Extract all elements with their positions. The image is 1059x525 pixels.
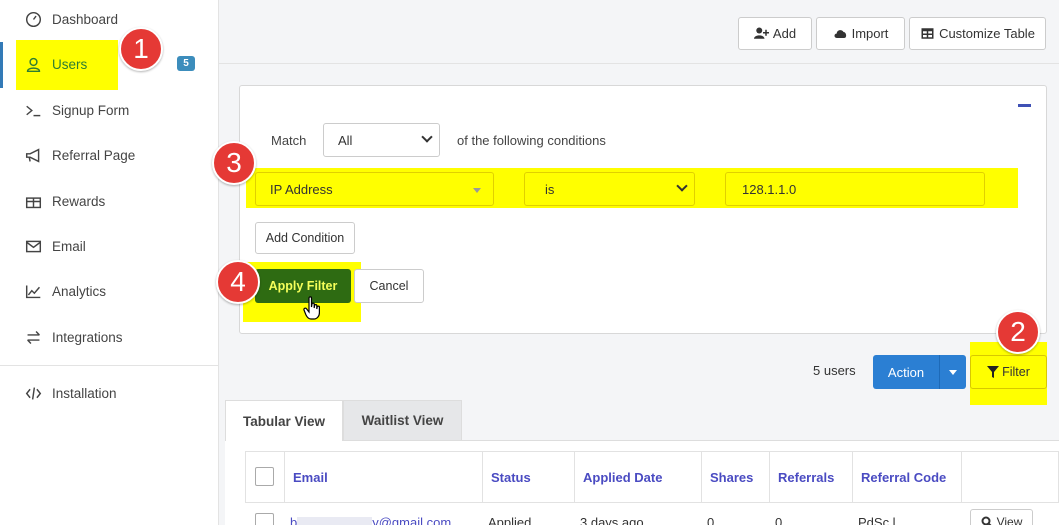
row-referrals: 0 bbox=[775, 515, 783, 525]
callout-4: 4 bbox=[216, 260, 260, 304]
row-status: Applied bbox=[488, 515, 532, 525]
sidebar-item-label: Installation bbox=[52, 385, 117, 401]
row-email[interactable]: b y@gmail.com bbox=[290, 515, 451, 525]
action-button[interactable]: Action bbox=[873, 355, 966, 389]
user-plus-icon bbox=[753, 27, 769, 39]
sidebar-item-dashboard[interactable]: Dashboard bbox=[0, 0, 218, 41]
sidebar-item-label: Users bbox=[52, 56, 88, 72]
sidebar-item-integrations[interactable]: Integrations bbox=[0, 315, 218, 359]
operator-select[interactable]: is bbox=[524, 172, 695, 206]
view-button[interactable]: View bbox=[970, 509, 1033, 525]
code-icon bbox=[24, 384, 42, 402]
caret-down-icon bbox=[473, 188, 481, 193]
sidebar-item-label: Rewards bbox=[52, 193, 106, 209]
terminal-icon bbox=[24, 101, 42, 119]
row-applied-date: 3 days ago bbox=[580, 515, 644, 525]
row-referral-code: PdSc.l bbox=[858, 515, 896, 525]
gift-icon bbox=[24, 192, 42, 210]
exchange-icon bbox=[24, 328, 42, 346]
add-condition-button[interactable]: Add Condition bbox=[255, 222, 355, 254]
import-button[interactable]: Import bbox=[816, 17, 905, 50]
hand-cursor-icon bbox=[303, 296, 320, 320]
sidebar-item-label: Referral Page bbox=[52, 147, 136, 163]
sidebar-item-label: Email bbox=[52, 238, 86, 254]
megaphone-icon bbox=[24, 146, 42, 164]
match-select[interactable]: All bbox=[323, 123, 440, 157]
table-icon bbox=[921, 28, 934, 39]
customize-table-button[interactable]: Customize Table bbox=[909, 17, 1046, 50]
column-referrals[interactable]: Referrals bbox=[770, 451, 853, 503]
add-button[interactable]: Add bbox=[738, 17, 812, 50]
collapse-minus-icon[interactable] bbox=[1018, 104, 1031, 107]
row-checkbox[interactable] bbox=[255, 513, 274, 525]
filter-button[interactable]: Filter bbox=[970, 355, 1047, 389]
sidebar-item-email[interactable]: Email bbox=[0, 224, 218, 268]
redacted-text bbox=[297, 517, 373, 525]
caret-down-icon bbox=[949, 369, 957, 375]
sidebar-item-label: Signup Form bbox=[52, 102, 130, 118]
sidebar-item-label: Analytics bbox=[52, 283, 107, 299]
cancel-button[interactable]: Cancel bbox=[354, 269, 424, 303]
tab-waitlist-view[interactable]: Waitlist View bbox=[343, 400, 462, 441]
sidebar-item-referral-page[interactable]: Referral Page bbox=[0, 133, 218, 177]
chart-line-icon bbox=[24, 282, 42, 300]
action-dropdown-toggle[interactable] bbox=[939, 355, 966, 389]
mail-icon bbox=[24, 237, 42, 255]
user-icon bbox=[24, 55, 42, 73]
column-email[interactable]: Email bbox=[285, 451, 483, 503]
dashboard-icon bbox=[24, 10, 42, 28]
chevron-down-icon bbox=[676, 180, 688, 192]
users-count-badge: 5 bbox=[177, 56, 195, 71]
column-shares[interactable]: Shares bbox=[702, 451, 770, 503]
callout-3: 3 bbox=[212, 141, 256, 185]
cloud-upload-icon bbox=[834, 30, 846, 38]
condition-value-input[interactable]: 128.1.1.0 bbox=[725, 172, 985, 206]
select-all-checkbox[interactable] bbox=[255, 467, 274, 486]
column-applied-date[interactable]: Applied Date bbox=[575, 451, 702, 503]
sidebar-item-signup-form[interactable]: Signup Form bbox=[0, 88, 218, 132]
sidebar-item-analytics[interactable]: Analytics bbox=[0, 269, 218, 313]
conditions-text: of the following conditions bbox=[457, 133, 606, 148]
user-count: 5 users bbox=[813, 363, 856, 378]
sidebar-divider bbox=[0, 365, 218, 366]
tab-tabular-view[interactable]: Tabular View bbox=[225, 400, 343, 441]
field-select[interactable]: IP Address bbox=[255, 172, 494, 206]
column-status[interactable]: Status bbox=[483, 451, 575, 503]
sidebar-item-installation[interactable]: Installation bbox=[0, 371, 218, 415]
row-shares: 0 bbox=[707, 515, 715, 525]
search-icon bbox=[981, 516, 992, 525]
match-label: Match bbox=[271, 133, 307, 148]
callout-2: 2 bbox=[996, 310, 1040, 354]
chevron-down-icon bbox=[421, 131, 433, 143]
column-referral-code[interactable]: Referral Code bbox=[853, 451, 962, 503]
callout-1: 1 bbox=[119, 27, 163, 71]
sidebar: Dashboard Users 5 Signup Form Referral P… bbox=[0, 0, 219, 525]
sidebar-item-label: Integrations bbox=[52, 329, 123, 345]
funnel-icon bbox=[987, 366, 1000, 378]
sidebar-item-rewards[interactable]: Rewards bbox=[0, 179, 218, 223]
sidebar-item-label: Dashboard bbox=[52, 11, 119, 27]
